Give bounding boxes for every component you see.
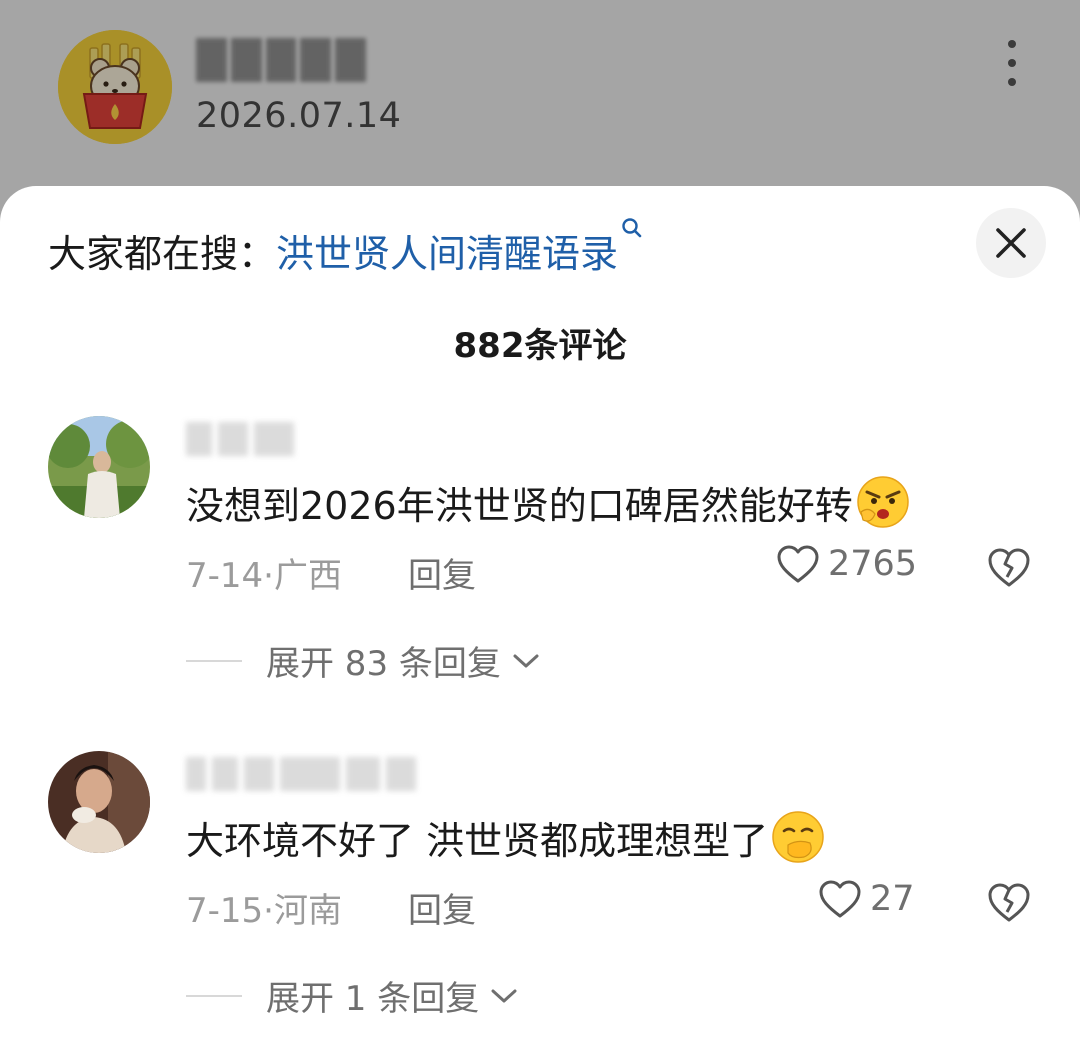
expand-replies-label: 展开 83 条回复 bbox=[266, 644, 501, 684]
trending-search[interactable]: 大家都在搜： 洪世贤人间清醒语录 bbox=[48, 218, 644, 278]
close-icon bbox=[996, 228, 1026, 258]
like-count: 2765 bbox=[828, 544, 918, 584]
comment-count-title: 882条评论 bbox=[453, 326, 627, 366]
like-button[interactable]: 27 bbox=[818, 879, 915, 919]
comment-item: 大环境不好了 洪世贤都成理想型了 7-15·河南 回复 27 展开 1 条回复 bbox=[0, 751, 1080, 1051]
comment-item: 没想到2026年洪世贤的口碑居然能好转 7-14·广西 回复 2765 展开 8… bbox=[0, 416, 1080, 716]
avatar-photo bbox=[48, 751, 150, 853]
like-button[interactable]: 2765 bbox=[776, 544, 917, 584]
commenter-name-blurred bbox=[186, 757, 416, 791]
reply-button[interactable]: 回复 bbox=[408, 548, 476, 597]
comment-text: 大环境不好了 洪世贤都成理想型了 bbox=[186, 809, 826, 865]
avatar-photo bbox=[48, 416, 150, 518]
comment-text-content: 没想到2026年洪世贤的口碑居然能好转 bbox=[186, 483, 853, 528]
comments-sheet: 大家都在搜： 洪世贤人间清醒语录 882条评论 没想到2026年洪世贤的口碑居然… bbox=[0, 186, 1080, 1044]
expand-divider bbox=[186, 994, 242, 997]
like-count: 27 bbox=[870, 879, 915, 919]
heart-icon bbox=[819, 880, 861, 918]
close-button[interactable] bbox=[976, 208, 1046, 278]
expand-replies-button[interactable]: 展开 1 条回复 bbox=[186, 971, 519, 1020]
commenter-avatar[interactable] bbox=[48, 751, 150, 853]
broken-heart-icon[interactable] bbox=[986, 879, 1032, 925]
trending-search-prefix: 大家都在搜： bbox=[48, 231, 277, 276]
expand-divider bbox=[186, 659, 242, 662]
chevron-down-icon bbox=[491, 989, 517, 1002]
search-icon bbox=[622, 218, 642, 238]
chevron-down-icon bbox=[513, 654, 539, 667]
heart-icon bbox=[777, 545, 819, 583]
commenter-name-blurred bbox=[186, 422, 294, 456]
trending-search-keyword[interactable]: 洪世贤人间清醒语录 bbox=[276, 223, 618, 278]
comment-text-content: 大环境不好了 洪世贤都成理想型了 bbox=[186, 818, 769, 863]
comment-meta: 7-15·河南 bbox=[186, 891, 342, 931]
reply-button[interactable]: 回复 bbox=[408, 883, 476, 932]
comment-meta: 7-14·广西 bbox=[186, 556, 342, 596]
expand-replies-button[interactable]: 展开 83 条回复 bbox=[186, 636, 541, 685]
expand-replies-label: 展开 1 条回复 bbox=[266, 979, 480, 1019]
angry-face-emoji-icon bbox=[856, 476, 909, 528]
commenter-avatar[interactable] bbox=[48, 416, 150, 518]
hand-over-mouth-emoji-icon bbox=[772, 811, 824, 863]
comment-text: 没想到2026年洪世贤的口碑居然能好转 bbox=[186, 474, 911, 530]
broken-heart-icon[interactable] bbox=[986, 544, 1032, 590]
